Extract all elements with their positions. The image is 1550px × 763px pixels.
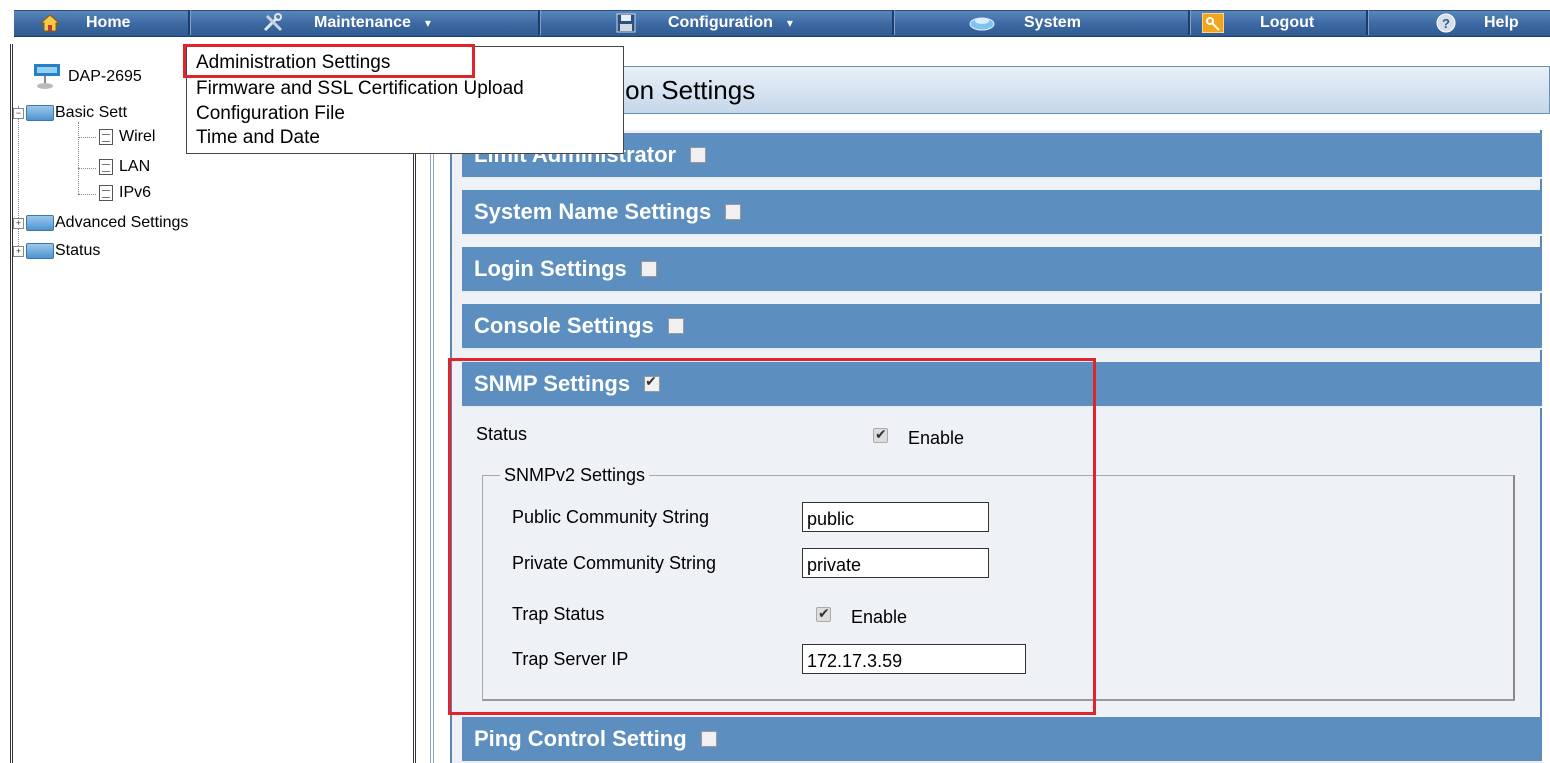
system-icon bbox=[968, 14, 996, 32]
page-icon bbox=[99, 129, 113, 145]
trap-server-ip-label: Trap Server IP bbox=[512, 649, 629, 669]
trap-status-label: Trap Status bbox=[512, 604, 605, 624]
section-expand-checkbox[interactable] bbox=[690, 147, 707, 163]
expand-icon: + bbox=[13, 217, 24, 229]
chevron-down-icon: ▾ bbox=[424, 15, 431, 30]
snmp-enable-label: Enable bbox=[908, 428, 965, 448]
help-icon: ? bbox=[1436, 13, 1456, 33]
chevron-down-icon: ▾ bbox=[786, 15, 793, 30]
menu-home-label: Home bbox=[86, 13, 131, 31]
page-icon bbox=[99, 185, 113, 201]
tree-lan-label: LAN bbox=[119, 158, 151, 175]
section-expand-checkbox[interactable] bbox=[640, 261, 657, 277]
tree-wireless-label: Wirel bbox=[119, 128, 156, 145]
collapse-icon: − bbox=[13, 107, 24, 119]
menu-item-administration-settings[interactable]: Administration Settings bbox=[196, 52, 390, 74]
public-community-label: Public Community String bbox=[512, 507, 710, 527]
tools-icon bbox=[262, 12, 284, 33]
section-title: System Name Settings bbox=[474, 199, 712, 224]
section-title: SNMP Settings bbox=[474, 371, 631, 396]
trap-server-ip-input[interactable]: 172.17.3.59 bbox=[802, 644, 1026, 674]
tree-device-label: DAP-2695 bbox=[68, 68, 142, 85]
section-snmp[interactable]: SNMP Settings bbox=[462, 362, 1542, 408]
menu-item-time-and-date[interactable]: Time and Date bbox=[196, 127, 320, 149]
section-login[interactable]: Login Settings bbox=[462, 247, 1542, 293]
tree-advanced-settings[interactable]: + Advanced Settings bbox=[13, 214, 188, 232]
trap-enable-label: Enable bbox=[851, 607, 908, 627]
key-icon bbox=[1202, 12, 1224, 33]
section-expand-checkbox[interactable] bbox=[700, 731, 717, 747]
section-ping-control[interactable]: Ping Control Setting bbox=[462, 717, 1542, 763]
folder-icon bbox=[26, 243, 54, 259]
public-community-input[interactable]: public bbox=[802, 502, 989, 532]
section-expand-checkbox[interactable] bbox=[644, 373, 661, 392]
tree-basic-settings-label: Basic Sett bbox=[55, 104, 128, 121]
menu-help[interactable]: ? Help bbox=[1436, 10, 1519, 35]
menu-divider bbox=[538, 10, 541, 35]
menu-logout-label: Logout bbox=[1260, 13, 1315, 31]
trap-status-checkbox[interactable] bbox=[816, 605, 831, 622]
tree-advanced-settings-label: Advanced Settings bbox=[55, 214, 189, 231]
menu-divider bbox=[188, 10, 191, 35]
tree-ipv6-label: IPv6 bbox=[119, 184, 152, 201]
tree-basic-settings[interactable]: − Basic Sett bbox=[13, 104, 127, 122]
menu-configuration-label: Configuration bbox=[668, 13, 773, 31]
tree-lan[interactable]: LAN bbox=[99, 158, 150, 176]
section-system-name[interactable]: System Name Settings bbox=[462, 190, 1542, 236]
tree-line bbox=[18, 106, 19, 256]
section-console[interactable]: Console Settings bbox=[462, 304, 1542, 350]
menu-help-label: Help bbox=[1484, 13, 1519, 31]
tree-line bbox=[78, 122, 79, 194]
section-title: Ping Control Setting bbox=[474, 726, 687, 751]
folder-icon bbox=[26, 215, 54, 231]
section-title: Login Settings bbox=[474, 256, 627, 281]
floppy-disk-icon bbox=[616, 13, 636, 33]
menu-divider bbox=[1366, 10, 1369, 35]
menu-item-firmware-upload[interactable]: Firmware and SSL Certification Upload bbox=[196, 78, 524, 100]
maintenance-dropdown: Administration Settings Firmware and SSL… bbox=[186, 46, 624, 154]
menu-system[interactable]: System bbox=[968, 10, 1081, 35]
snmp-status-checkbox[interactable] bbox=[873, 426, 888, 443]
section-limit-administrator[interactable]: Limit Administrator bbox=[462, 133, 1542, 179]
menu-maintenance-label: Maintenance bbox=[314, 13, 411, 31]
menu-home[interactable]: Home bbox=[40, 10, 130, 35]
menu-system-label: System bbox=[1024, 13, 1081, 31]
tree-line bbox=[78, 137, 96, 138]
menu-divider bbox=[892, 10, 895, 35]
top-menu-bar: Home Maintenance ▾ Configuration ▾ Syste… bbox=[0, 0, 1550, 44]
tree-status-label: Status bbox=[55, 242, 101, 259]
tree-status[interactable]: + Status bbox=[13, 242, 100, 260]
home-icon bbox=[40, 13, 60, 32]
tree-device-node[interactable]: DAP-2695 bbox=[33, 62, 142, 92]
page-icon bbox=[99, 159, 113, 175]
svg-text:?: ? bbox=[1442, 16, 1450, 31]
folder-open-icon bbox=[26, 105, 54, 121]
private-community-input[interactable]: private bbox=[802, 548, 989, 578]
menu-logout[interactable]: Logout bbox=[1202, 10, 1314, 35]
snmpv2-legend: SNMPv2 Settings bbox=[500, 465, 650, 486]
tree-line bbox=[78, 168, 96, 169]
tree-line bbox=[78, 194, 96, 195]
private-community-label: Private Community String bbox=[512, 553, 717, 573]
menu-configuration[interactable]: Configuration ▾ bbox=[616, 10, 793, 35]
menu-maintenance[interactable]: Maintenance ▾ bbox=[262, 10, 431, 35]
expand-icon: + bbox=[13, 245, 24, 257]
menu-divider bbox=[1188, 10, 1191, 35]
section-expand-checkbox[interactable] bbox=[667, 318, 684, 334]
tree-ipv6[interactable]: IPv6 bbox=[99, 184, 151, 202]
computer-icon bbox=[33, 62, 63, 92]
snmp-status-label: Status bbox=[476, 424, 528, 444]
menu-item-configuration-file[interactable]: Configuration File bbox=[196, 103, 345, 125]
section-expand-checkbox[interactable] bbox=[725, 204, 742, 220]
tree-wireless[interactable]: Wirel bbox=[99, 128, 155, 146]
section-title: Console Settings bbox=[474, 313, 654, 338]
